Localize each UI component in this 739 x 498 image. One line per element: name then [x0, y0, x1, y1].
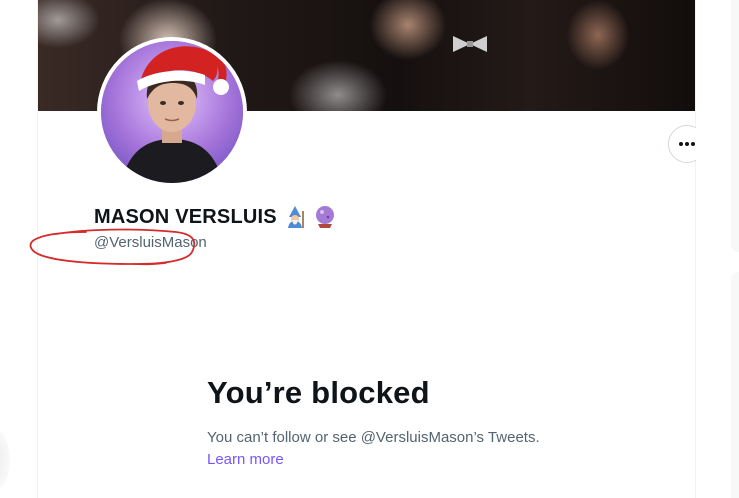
blocked-title: You’re blocked: [207, 375, 430, 410]
left-gutter: [0, 0, 37, 498]
bowtie-detail: [453, 36, 487, 52]
learn-more-link[interactable]: Learn more: [207, 449, 284, 471]
blocked-description: You can’t follow or see @VersluisMason’s…: [207, 429, 540, 446]
right-card-bottom: [731, 272, 739, 498]
ellipsis-icon: [679, 142, 695, 146]
right-card-top: [731, 0, 739, 252]
display-name: MASON VERSLUIS: [94, 205, 277, 228]
crystal-ball-emoji: [315, 206, 334, 228]
mage-emoji: [287, 206, 304, 228]
left-glow: [0, 430, 10, 490]
profile-column: MASON VERSLUIS @VersluisMason You’re blo…: [37, 0, 706, 498]
profile-name-row: MASON VERSLUIS: [94, 205, 337, 229]
profile-handle: @VersluisMason: [94, 234, 207, 251]
avatar[interactable]: [97, 37, 247, 187]
avatar-photo: [101, 41, 243, 183]
